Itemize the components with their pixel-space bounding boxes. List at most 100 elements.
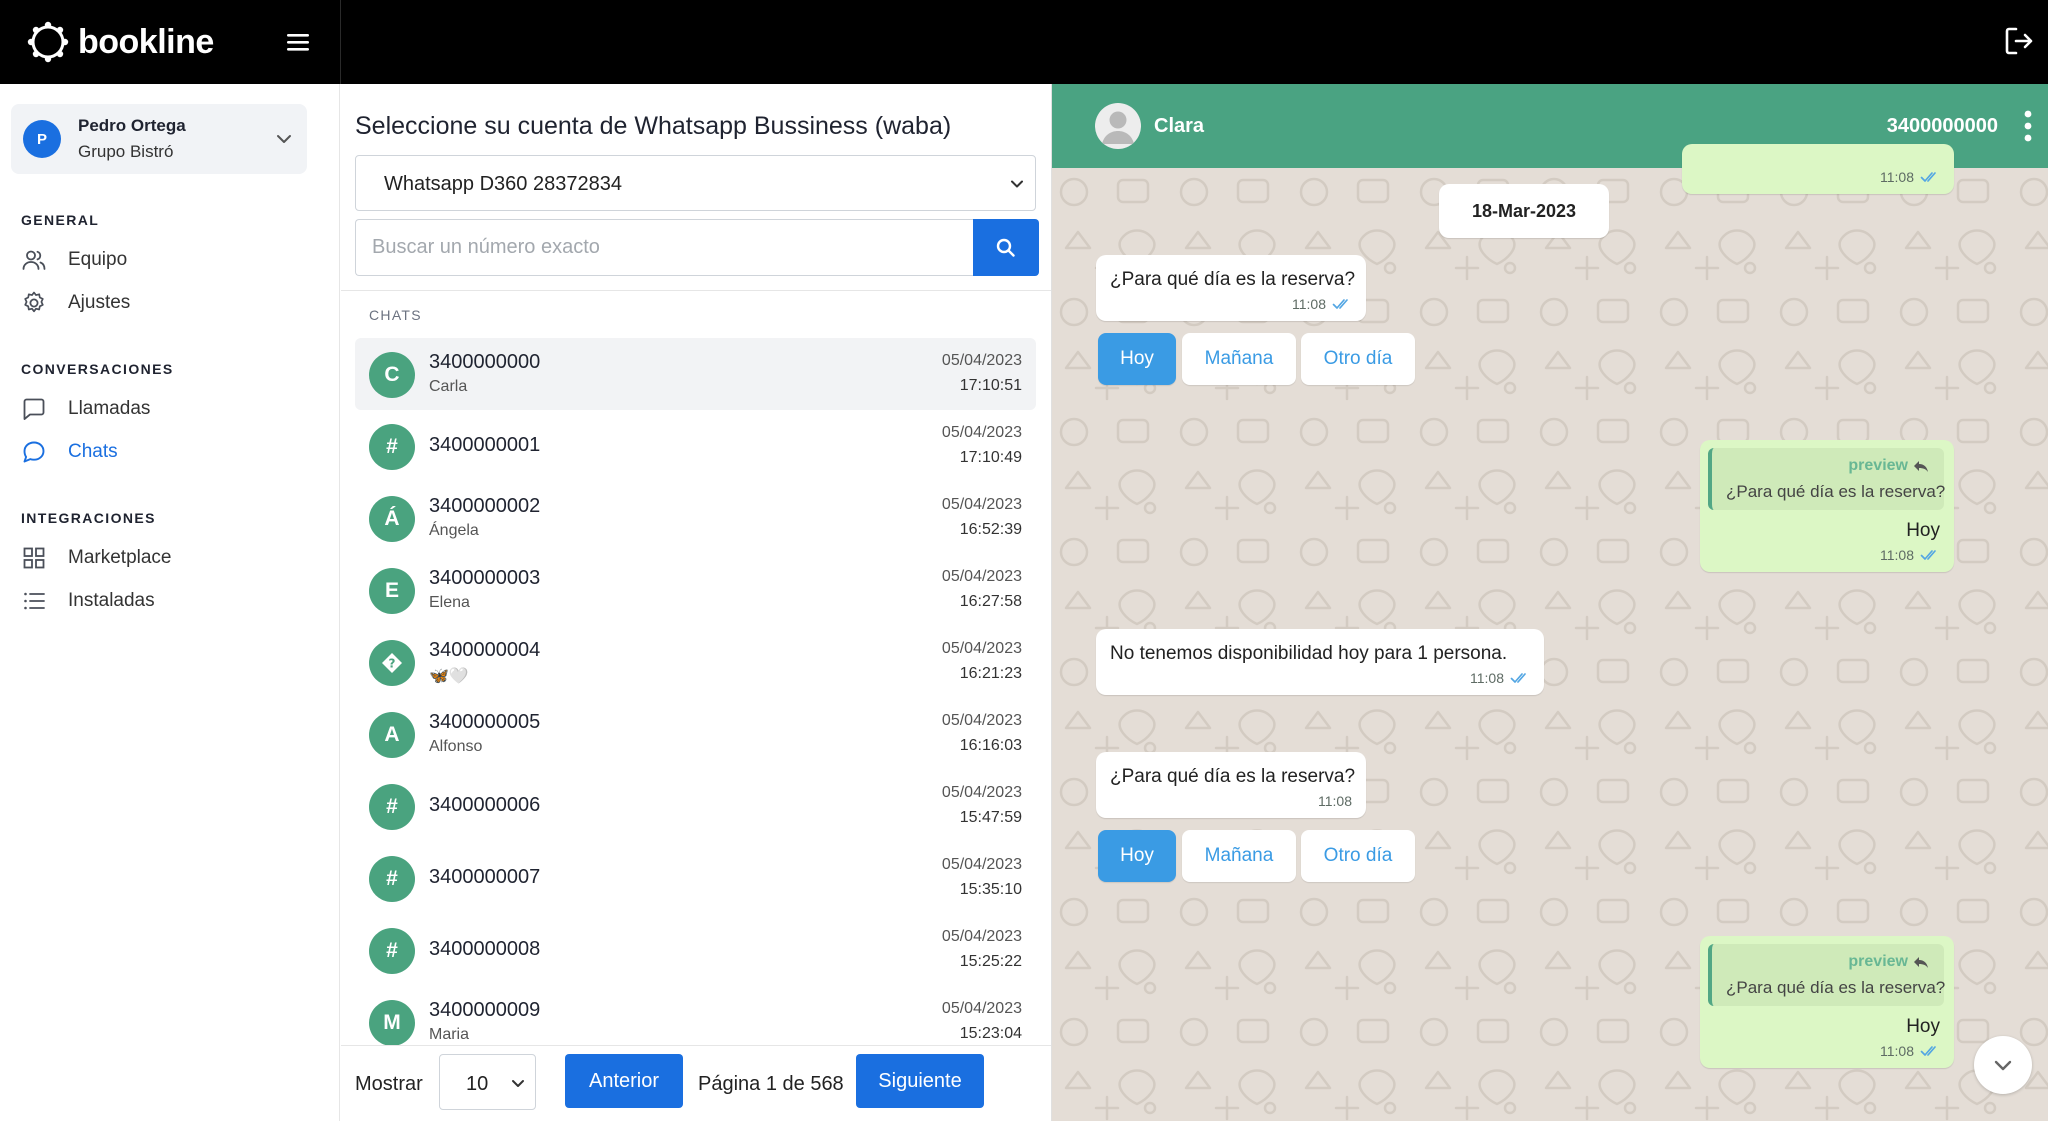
chat-list-item[interactable]: Á 3400000002 Ángela 05/04/2023 16:52:39 — [355, 482, 1036, 554]
message-square-icon — [23, 398, 45, 420]
waba-account-select[interactable]: Whatsapp D360 28372834 — [355, 155, 1036, 211]
quick-reply-otro-dia[interactable]: Otro día — [1301, 830, 1415, 882]
contact-avatar: A — [369, 712, 415, 758]
double-check-icon — [1920, 550, 1936, 560]
chat-time: 17:10:49 — [959, 449, 1022, 466]
contact-avatar: # — [369, 784, 415, 830]
chat-contact-name: 🦋🤍 — [429, 668, 469, 685]
message-bubble-outgoing: preview ¿Para qué día es la reserva? Hoy… — [1700, 936, 1954, 1068]
page-size-select[interactable]: 10 — [439, 1054, 536, 1110]
chat-list-item[interactable]: C 3400000000 Carla 05/04/2023 17:10:51 — [355, 338, 1036, 410]
chat-time: 16:52:39 — [959, 521, 1022, 538]
user-avatar: P — [23, 120, 61, 158]
sidebar-item-ajustes[interactable]: Ajustes — [21, 285, 311, 321]
pagination-bar: Mostrar 10 Anterior Página 1 de 568 Sigu… — [341, 1045, 1051, 1121]
sidebar-item-instaladas[interactable]: Instaladas — [21, 583, 311, 619]
sidebar-item-label: Instaladas — [68, 590, 155, 611]
panel-title: Seleccione su cuenta de Whatsapp Bussine… — [355, 112, 952, 140]
quick-reply-hoy[interactable]: Hoy — [1098, 333, 1176, 385]
message-bubble-incoming: ¿Para qué día es la reserva? 11:08 — [1096, 255, 1366, 321]
chat-time: 16:16:03 — [959, 737, 1022, 754]
quote-author: preview — [1848, 953, 1930, 971]
search-icon — [996, 238, 1015, 257]
chat-date: 05/04/2023 — [941, 712, 1022, 729]
list-icon — [24, 592, 45, 610]
message-bubble-outgoing: preview ¿Para qué día es la reserva? Hoy… — [1700, 440, 1954, 572]
section-title-integraciones: INTEGRACIONES — [21, 510, 156, 526]
chevron-down-icon — [277, 135, 291, 143]
quick-reply-otro-dia[interactable]: Otro día — [1301, 333, 1415, 385]
next-page-button[interactable]: Siguiente — [856, 1054, 984, 1108]
sidebar-item-label: Equipo — [68, 249, 128, 270]
contact-avatar: # — [369, 856, 415, 902]
chevron-down-icon — [512, 1080, 524, 1087]
question-diamond-icon: ? — [382, 653, 402, 673]
chat-date: 05/04/2023 — [941, 568, 1022, 585]
chat-list-item[interactable]: # 3400000007 05/04/2023 15:35:10 — [355, 842, 1036, 914]
chat-contact-name: Maria — [429, 1026, 470, 1043]
users-icon — [22, 250, 46, 270]
quick-reply-manana[interactable]: Mañana — [1182, 830, 1296, 882]
message-bubble-outgoing: 11:08 — [1682, 144, 1954, 194]
scroll-to-bottom-button[interactable] — [1974, 1036, 2032, 1094]
search-button[interactable] — [973, 219, 1039, 276]
reply-icon — [1914, 461, 1928, 472]
chat-phone-number: 3400000007 — [429, 866, 541, 888]
sidebar-item-llamadas[interactable]: Llamadas — [21, 391, 311, 427]
chat-phone-number: 3400000004 — [429, 639, 541, 661]
section-title-conversaciones: CONVERSACIONES — [21, 361, 174, 377]
chat-list-item[interactable]: A 3400000005 Alfonso 05/04/2023 16:16:03 — [355, 698, 1036, 770]
message-text: No tenemos disponibilidad hoy para 1 per… — [1110, 643, 1508, 664]
quoted-message[interactable]: preview ¿Para qué día es la reserva? — [1708, 944, 1946, 1006]
quick-reply-hoy[interactable]: Hoy — [1098, 830, 1176, 882]
previous-page-button[interactable]: Anterior — [565, 1054, 683, 1108]
chat-list-item[interactable]: # 3400000001 05/04/2023 17:10:49 — [355, 410, 1036, 482]
top-bar: bookline — [0, 0, 2048, 84]
chat-date: 05/04/2023 — [941, 424, 1022, 441]
chat-time: 17:10:51 — [959, 377, 1022, 394]
chat-list-item[interactable]: ? 3400000004 🦋🤍 05/04/2023 16:21:23 — [355, 626, 1036, 698]
user-placeholder-icon — [1102, 111, 1134, 144]
chat-phone-number: 3400000005 — [429, 711, 541, 733]
chat-list-item[interactable]: # 3400000008 05/04/2023 15:25:22 — [355, 914, 1036, 986]
quoted-message[interactable]: preview ¿Para qué día es la reserva? — [1708, 448, 1945, 510]
chat-date: 05/04/2023 — [941, 928, 1022, 945]
message-text: ¿Para qué día es la reserva? — [1110, 269, 1356, 290]
chat-date: 05/04/2023 — [941, 352, 1022, 369]
chat-time: 15:25:22 — [959, 953, 1022, 970]
message-meta: 11:08 — [1880, 169, 1940, 185]
message-time: 11:08 — [1470, 670, 1504, 686]
chat-phone-number: 3400000000 — [429, 351, 541, 373]
message-time: 11:08 — [1880, 547, 1914, 563]
logout-icon[interactable] — [2002, 24, 2036, 58]
message-meta: 11:08 — [1292, 296, 1352, 312]
contact-phone: 3400000000 — [1886, 115, 1998, 137]
chat-time: 15:35:10 — [959, 881, 1022, 898]
topbar-divider — [340, 0, 341, 84]
contact-avatar: Á — [369, 496, 415, 542]
search-input[interactable] — [355, 219, 973, 276]
quote-text: ¿Para qué día es la reserva? — [1726, 978, 1946, 997]
chat-date: 05/04/2023 — [941, 640, 1022, 657]
conversation-panel: Clara 3400000000 11:08 18-Mar-2023 ¿Para… — [1052, 84, 2048, 1121]
user-account-switcher[interactable]: P Pedro Ortega Grupo Bistró — [11, 104, 307, 174]
sidebar-item-chats[interactable]: Chats — [21, 434, 311, 470]
hamburger-icon[interactable] — [282, 26, 314, 58]
user-organization: Grupo Bistró — [78, 142, 174, 161]
chat-list-item[interactable]: M 3400000009 Maria 05/04/2023 15:23:04 — [355, 986, 1036, 1048]
more-options-icon[interactable] — [2014, 108, 2042, 144]
message-meta: 11:08 — [1880, 547, 1940, 563]
gear-icon — [24, 291, 44, 313]
chat-time: 15:23:04 — [959, 1025, 1022, 1042]
chat-list-item[interactable]: E 3400000003 Elena 05/04/2023 16:27:58 — [355, 554, 1036, 626]
contact-avatar: C — [369, 352, 415, 398]
chat-list-item[interactable]: # 3400000006 05/04/2023 15:47:59 — [355, 770, 1036, 842]
date-separator: 18-Mar-2023 — [1439, 184, 1609, 238]
grid-icon — [23, 547, 45, 569]
contact-avatar: # — [369, 424, 415, 470]
sidebar-item-equipo[interactable]: Equipo — [21, 242, 311, 278]
contact-avatar[interactable] — [1095, 103, 1141, 149]
quick-reply-manana[interactable]: Mañana — [1182, 333, 1296, 385]
sidebar-item-marketplace[interactable]: Marketplace — [21, 540, 311, 576]
chat-time: 16:27:58 — [959, 593, 1022, 610]
